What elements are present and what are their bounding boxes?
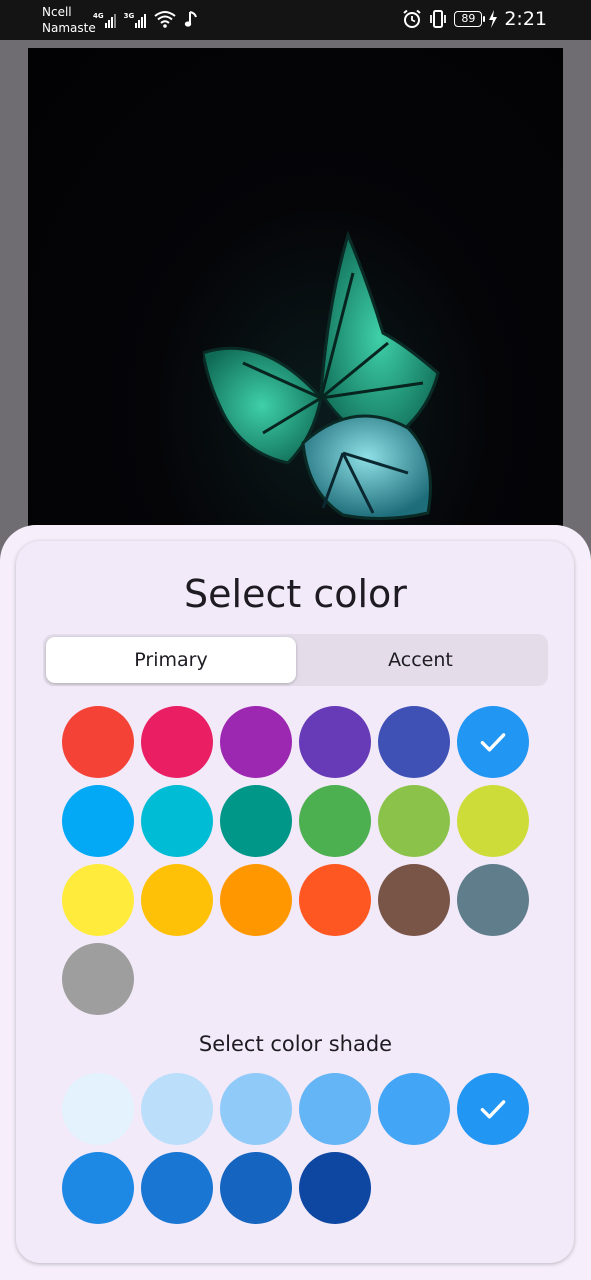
shade-swatch[interactable] <box>220 1152 292 1224</box>
signal-strength-icon <box>135 12 147 28</box>
color-swatch[interactable] <box>62 864 134 936</box>
shade-swatch[interactable] <box>299 1073 371 1145</box>
shade-swatch[interactable] <box>220 1073 292 1145</box>
color-swatch[interactable] <box>220 864 292 936</box>
color-swatch[interactable] <box>141 785 213 857</box>
status-right: 89 2:21 <box>402 8 547 30</box>
color-swatch[interactable] <box>220 706 292 778</box>
signal-indicators: 4G 3G <box>93 10 198 28</box>
color-swatch[interactable] <box>378 706 450 778</box>
color-swatch[interactable] <box>220 785 292 857</box>
color-swatch[interactable] <box>62 706 134 778</box>
color-swatch[interactable] <box>299 864 371 936</box>
shade-swatch[interactable] <box>378 1073 450 1145</box>
tab-accent[interactable]: Accent <box>296 637 545 683</box>
color-swatch[interactable] <box>457 864 529 936</box>
carrier-label: Namaste <box>42 21 96 35</box>
network-type-1: 4G <box>93 12 104 20</box>
butterfly-image <box>203 230 440 521</box>
color-swatch[interactable] <box>62 943 134 1015</box>
signal-strength-icon <box>104 12 116 28</box>
shade-swatch[interactable] <box>62 1152 134 1224</box>
dialog-title: Select color <box>184 572 407 616</box>
alarm-icon <box>403 9 421 28</box>
shade-swatch[interactable] <box>141 1073 213 1145</box>
check-icon <box>480 1100 506 1119</box>
color-swatch[interactable] <box>299 785 371 857</box>
status-bar: Ncell Namaste 4G 3G 89 2:21 <box>0 0 591 40</box>
charging-icon <box>489 10 498 28</box>
tab-primary[interactable]: Primary <box>46 637 296 683</box>
vibrate-icon <box>430 10 447 28</box>
network-type-2: 3G <box>123 12 135 20</box>
shade-swatch[interactable] <box>62 1073 134 1145</box>
wifi-icon <box>154 11 176 28</box>
color-swatch[interactable] <box>299 706 371 778</box>
shade-swatch[interactable] <box>299 1152 371 1224</box>
color-swatch[interactable] <box>378 864 450 936</box>
shade-title: Select color shade <box>198 1032 393 1056</box>
color-swatch[interactable] <box>141 864 213 936</box>
color-swatch[interactable] <box>141 706 213 778</box>
clock: 2:21 <box>504 8 547 30</box>
color-swatch[interactable] <box>378 785 450 857</box>
carrier-name: Ncell <box>42 5 72 19</box>
music-note-icon <box>185 11 198 27</box>
color-type-tabs: Primary Accent <box>43 634 548 686</box>
check-icon <box>480 733 506 752</box>
shade-swatch[interactable] <box>141 1152 213 1224</box>
color-swatch[interactable] <box>457 706 529 778</box>
shade-swatch[interactable] <box>457 1073 529 1145</box>
battery-icon: 89 <box>454 11 486 27</box>
color-swatch[interactable] <box>62 785 134 857</box>
wallpaper-preview <box>28 48 563 568</box>
carrier-info: Ncell Namaste <box>42 4 96 36</box>
color-swatch[interactable] <box>457 785 529 857</box>
